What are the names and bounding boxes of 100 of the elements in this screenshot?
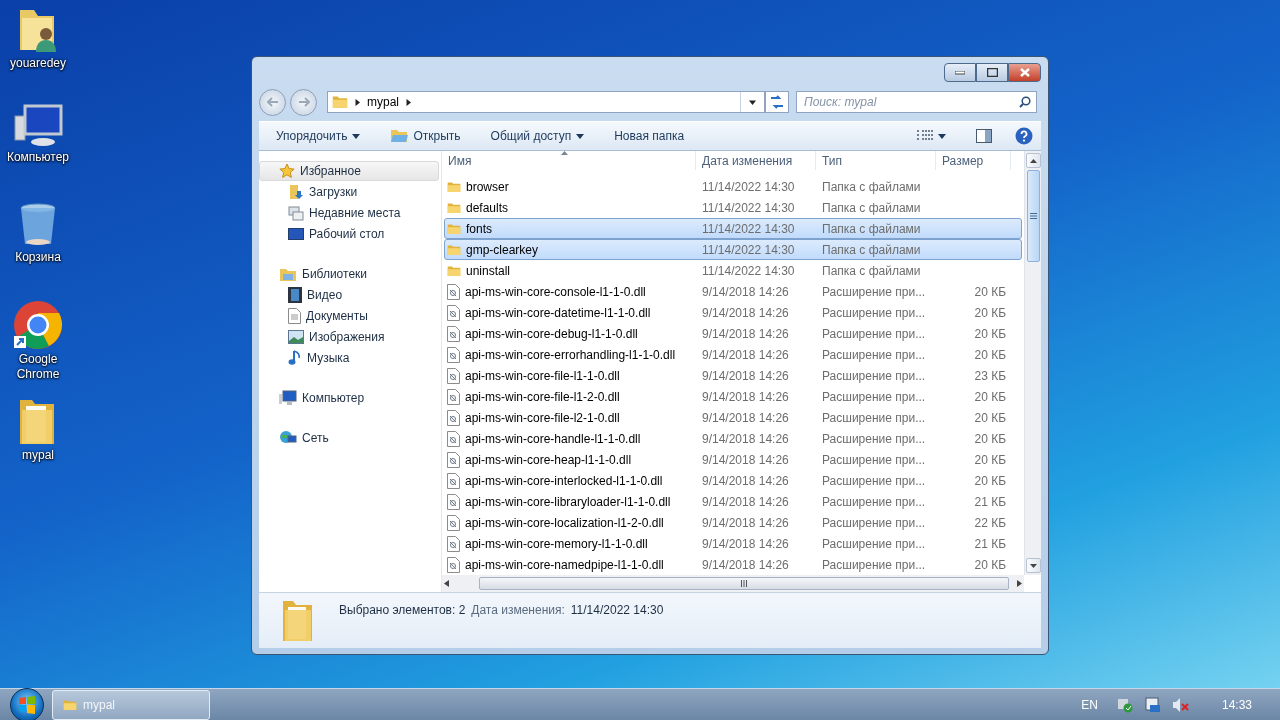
file-name: api-ms-win-core-handle-l1-1-0.dll bbox=[465, 431, 641, 446]
minimize-button[interactable] bbox=[944, 63, 976, 82]
file-row[interactable]: api-ms-win-core-memory-l1-1-0.dll 9/14/2018 14:26 Расширение при... 21 КБ bbox=[444, 533, 1022, 554]
selection-count: Выбрано элементов: 2 bbox=[339, 603, 466, 617]
nav-item[interactable]: Избранное bbox=[259, 161, 439, 181]
date-label: Дата изменения: bbox=[471, 603, 565, 617]
close-button[interactable] bbox=[1008, 63, 1041, 82]
computer-icon bbox=[13, 104, 63, 148]
file-name: api-ms-win-core-file-l2-1-0.dll bbox=[465, 410, 620, 425]
type-cell-text: Папка с файлами bbox=[821, 221, 922, 236]
search-field[interactable]: Поиск: mypal bbox=[796, 91, 1037, 113]
date-cell-text: 9/14/2018 14:26 bbox=[701, 557, 790, 572]
file-row[interactable]: api-ms-win-core-file-l2-1-0.dll 9/14/2018 14:26 Расширение при... 20 КБ bbox=[444, 407, 1022, 428]
file-row[interactable]: api-ms-win-core-console-l1-1-0.dll 9/14/2018 14:26 Расширение при... 20 КБ bbox=[444, 281, 1022, 302]
file-row[interactable]: api-ms-win-core-handle-l1-1-0.dll 9/14/2018 14:26 Расширение при... 20 КБ bbox=[444, 428, 1022, 449]
action-center-icon[interactable] bbox=[1143, 696, 1162, 713]
file-row[interactable]: api-ms-win-core-localization-l1-2-0.dll 9/14/2018 14:26 Расширение при... 22 КБ bbox=[444, 512, 1022, 533]
scroll-up-arrow-icon bbox=[1029, 158, 1037, 163]
file-row[interactable]: fonts 11/14/2022 14:30 Папка с файлами bbox=[444, 218, 1022, 239]
file-row[interactable]: api-ms-win-core-heap-l1-1-0.dll 9/14/2018 14:26 Расширение при... 20 КБ bbox=[444, 449, 1022, 470]
column-header[interactable]: Дата изменения bbox=[696, 151, 816, 170]
file-row[interactable]: defaults 11/14/2022 14:30 Папка с файлами bbox=[444, 197, 1022, 218]
folder-icon bbox=[63, 698, 77, 711]
date-cell-text: 9/14/2018 14:26 bbox=[701, 284, 790, 299]
desktop-icon-label[interactable]: youaredey bbox=[2, 56, 74, 71]
dll-file-icon bbox=[447, 472, 460, 489]
music-note-icon bbox=[288, 349, 302, 366]
grip-icon bbox=[1029, 213, 1037, 219]
scroll-down-arrow-icon bbox=[1029, 563, 1037, 568]
nav-item[interactable]: Музыка bbox=[259, 347, 441, 368]
nav-item[interactable]: Видео bbox=[259, 284, 441, 305]
horizontal-scrollbar[interactable] bbox=[442, 575, 1024, 592]
file-row[interactable]: api-ms-win-core-interlocked-l1-1-0.dll 9/14/2018 14:26 Расширение при... 20 КБ bbox=[444, 470, 1022, 491]
date-cell-text: 9/14/2018 14:26 bbox=[701, 494, 790, 509]
folder-icon bbox=[447, 264, 461, 277]
file-row[interactable]: gmp-clearkey 11/14/2022 14:30 Папка с файлами bbox=[444, 239, 1022, 260]
nav-item[interactable]: Библиотеки bbox=[259, 264, 439, 284]
desktop-icon-label[interactable]: Google Chrome bbox=[2, 352, 74, 382]
toolbar-button[interactable]: Общий доступ bbox=[483, 125, 592, 147]
file-row[interactable]: api-ms-win-core-libraryloader-l1-1-0.dll 9/14/2018 14:26 Расширение при... 21 КБ bbox=[444, 491, 1022, 512]
maximize-button[interactable] bbox=[976, 63, 1008, 82]
date-cell-text: 9/14/2018 14:26 bbox=[701, 473, 790, 488]
start-button[interactable] bbox=[10, 687, 44, 720]
dll-file-icon bbox=[447, 514, 460, 531]
help-button[interactable] bbox=[1015, 127, 1033, 145]
folder-icon bbox=[332, 95, 348, 109]
close-icon bbox=[1019, 68, 1030, 77]
type-cell-text: Расширение при... bbox=[821, 389, 927, 404]
file-row[interactable]: api-ms-win-core-debug-l1-1-0.dll 9/14/2018 14:26 Расширение при... 20 КБ bbox=[444, 323, 1022, 344]
refresh-button[interactable] bbox=[765, 91, 789, 113]
file-row[interactable]: api-ms-win-core-file-l1-1-0.dll 9/14/2018 14:26 Расширение при... 23 КБ bbox=[444, 365, 1022, 386]
date-cell-text: 9/14/2018 14:26 bbox=[701, 389, 790, 404]
size-cell-text: 20 КБ bbox=[973, 326, 1007, 341]
file-row[interactable]: api-ms-win-core-file-l1-2-0.dll 9/14/2018 14:26 Расширение при... 20 КБ bbox=[444, 386, 1022, 407]
address-bar[interactable]: mypal bbox=[327, 91, 765, 113]
file-row[interactable]: api-ms-win-core-errorhandling-l1-1-0.dll 9/14/2018 14:26 Расширение при... 20 КБ bbox=[444, 344, 1022, 365]
date-cell-text: 9/14/2018 14:26 bbox=[701, 410, 790, 425]
toolbar-button[interactable]: Новая папка bbox=[607, 125, 692, 147]
file-name: api-ms-win-core-datetime-l1-1-0.dll bbox=[465, 305, 651, 320]
file-row[interactable]: uninstall 11/14/2022 14:30 Папка с файлами bbox=[444, 260, 1022, 281]
column-header[interactable]: Размер bbox=[936, 151, 1011, 170]
date-cell-text: 9/14/2018 14:26 bbox=[701, 347, 790, 362]
size-cell-text: 20 КБ bbox=[973, 389, 1007, 404]
desktop-icon-label[interactable]: mypal bbox=[2, 448, 74, 463]
nav-item[interactable]: Рабочий стол bbox=[259, 223, 441, 244]
breadcrumb[interactable]: mypal bbox=[367, 95, 399, 109]
toolbar-button[interactable]: Упорядочить bbox=[269, 125, 368, 147]
column-header[interactable]: Тип bbox=[816, 151, 936, 170]
nav-item[interactable]: Компьютер bbox=[259, 388, 439, 408]
date-cell-text: 9/14/2018 14:26 bbox=[701, 431, 790, 446]
type-cell-text: Папка с файлами bbox=[821, 179, 922, 194]
date-cell-text: 11/14/2022 14:30 bbox=[701, 263, 796, 278]
toolbar-button[interactable]: Открыть bbox=[383, 125, 468, 147]
folder-icon bbox=[447, 222, 461, 235]
type-cell-text: Расширение при... bbox=[821, 284, 927, 299]
folder-icon bbox=[281, 599, 315, 643]
size-cell-text: 21 КБ bbox=[973, 494, 1007, 509]
file-row[interactable]: api-ms-win-core-datetime-l1-1-0.dll 9/14/2018 14:26 Расширение при... 20 КБ bbox=[444, 302, 1022, 323]
size-cell-text: 20 КБ bbox=[973, 410, 1007, 425]
file-row[interactable]: api-ms-win-core-namedpipe-l1-1-0.dll 9/14/2018 14:26 Расширение при... 20 КБ bbox=[444, 554, 1022, 575]
vertical-scrollbar[interactable] bbox=[1024, 151, 1041, 575]
type-cell-text: Папка с файлами bbox=[821, 263, 922, 278]
size-cell-text: 20 КБ bbox=[973, 284, 1007, 299]
nav-item[interactable]: Загрузки bbox=[259, 181, 441, 202]
size-cell-text: 20 КБ bbox=[973, 305, 1007, 320]
network-icon bbox=[279, 430, 297, 446]
muted-speaker-icon[interactable] bbox=[1171, 696, 1190, 713]
network-status-icon[interactable] bbox=[1115, 696, 1134, 713]
nav-item[interactable]: Документы bbox=[259, 305, 441, 326]
nav-item[interactable]: Изображения bbox=[259, 326, 441, 347]
size-cell-text: 20 КБ bbox=[973, 431, 1007, 446]
dll-file-icon bbox=[447, 388, 460, 405]
file-row[interactable]: browser 11/14/2022 14:30 Папка с файлами bbox=[444, 176, 1022, 197]
desktop-icon-label[interactable]: Корзина bbox=[2, 250, 74, 265]
desktop-icon-label[interactable]: Компьютер bbox=[2, 150, 74, 165]
minimize-icon bbox=[955, 70, 965, 75]
nav-item[interactable]: Недавние места bbox=[259, 202, 441, 223]
nav-item[interactable]: Сеть bbox=[259, 428, 439, 448]
file-name: gmp-clearkey bbox=[466, 242, 539, 257]
recycle-bin-icon bbox=[18, 202, 58, 248]
